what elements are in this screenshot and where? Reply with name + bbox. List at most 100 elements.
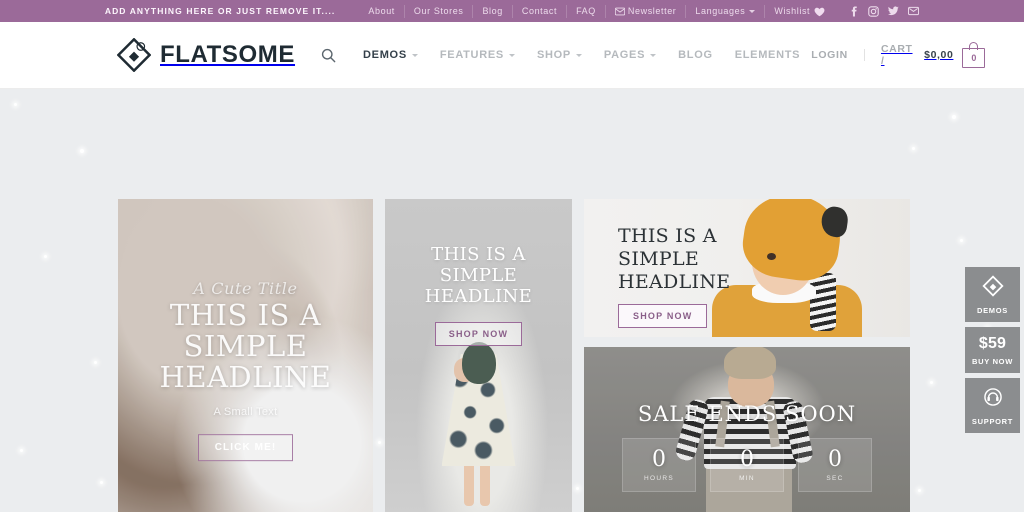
heart-icon (814, 7, 825, 16)
topnav-item-wishlist[interactable]: Wishlist (764, 4, 836, 18)
topnav-item-our-stores[interactable]: Our Stores (403, 4, 473, 18)
hero-left-subtitle: A Small Text (213, 406, 278, 419)
countdown-label: MIN (739, 474, 755, 482)
headset-icon (982, 388, 1004, 412)
side-widget-label: DEMOS (976, 306, 1008, 315)
topnav-item-contact[interactable]: Contact (511, 4, 566, 18)
hero-top-right-shop-now-button[interactable]: SHOP NOW (618, 304, 708, 329)
leg-left (463, 462, 474, 506)
topnav-label: FAQ (576, 6, 596, 16)
topnav-item-newsletter[interactable]: Newsletter (604, 4, 686, 18)
nav-label: SHOP (536, 49, 571, 61)
headline-line-2: SIMPLE (183, 328, 308, 363)
promo-text: ADD ANYTHING HERE OR JUST REMOVE IT.... (104, 6, 336, 16)
side-widget-buy-now[interactable]: $59 BUY NOW (965, 327, 1020, 373)
login-link[interactable]: LOGIN (811, 49, 865, 61)
main-nav: DEMOS FEATURES SHOP PAGES BLOG ELEMENTS (321, 48, 811, 63)
hero-left-headline: THIS IS A SIMPLE HEADLINE (118, 297, 373, 395)
chevron-down-icon (411, 53, 418, 57)
side-widget-label: BUY NOW (971, 357, 1013, 366)
top-announcement-bar: ADD ANYTHING HERE OR JUST REMOVE IT.... … (0, 0, 1024, 22)
topnav-item-about[interactable]: About (359, 5, 404, 18)
hero-top-right-content: THIS IS A SIMPLE HEADLINE SHOP NOW (618, 225, 730, 329)
headline-line-3: HEADLINE (618, 270, 731, 293)
nav-item-demos[interactable]: DEMOS (352, 49, 429, 61)
side-widget-demos[interactable]: DEMOS (965, 267, 1020, 322)
countdown-content: SALE ENDS SOON 0 HOURS 0 MIN 0 SEC (584, 402, 910, 492)
nav-item-features[interactable]: FEATURES (429, 49, 526, 61)
cart-label: CART / (880, 43, 913, 67)
countdown-label: HOURS (644, 474, 674, 482)
headline-line-1: THIS IS A (618, 225, 717, 247)
nav-item-blog[interactable]: BLOG (667, 49, 724, 61)
topnav-item-faq[interactable]: FAQ (566, 4, 605, 18)
cart-count-badge: 0 (962, 48, 986, 68)
hero-left-script-title: A Cute Title (193, 278, 298, 298)
chevron-down-icon (749, 9, 756, 13)
headline-line-2: SIMPLE (618, 247, 700, 270)
side-widget-support[interactable]: SUPPORT (965, 378, 1020, 433)
baby-eye (767, 253, 776, 260)
diamond-logo-icon (981, 275, 1004, 301)
topnav-label: Wishlist (774, 6, 811, 16)
headline-line-3: HEADLINE (424, 286, 533, 308)
site-header: FLATSOME DEMOS FEATURES SHOP PAGES BLOG … (0, 22, 1024, 89)
topnav-item-blog[interactable]: Blog (472, 4, 511, 18)
shopping-bag-icon: 0 (962, 42, 986, 68)
hero-top-right-headline: THIS IS A SIMPLE HEADLINE (618, 225, 730, 293)
hero-left-content: A Cute Title THIS IS A SIMPLE HEADLINE A… (118, 279, 373, 462)
topnav-label: Newsletter (627, 6, 677, 16)
countdown-value: 0 (652, 446, 666, 472)
header-actions: LOGIN CART / $0,00 0 (811, 42, 986, 68)
headline-line-2: SIMPLE (439, 265, 518, 287)
search-icon[interactable] (321, 48, 336, 63)
countdown-value: 0 (740, 446, 754, 472)
headline-line-1: THIS IS A (169, 297, 322, 332)
countdown-timer: 0 HOURS 0 MIN 0 SEC (584, 438, 910, 492)
hero-banner-top-right[interactable]: THIS IS A SIMPLE HEADLINE SHOP NOW (584, 199, 910, 337)
nav-label: FEATURES (439, 49, 504, 61)
floating-side-widgets: DEMOS $59 BUY NOW SUPPORT (965, 267, 1020, 433)
countdown-unit-hours: 0 HOURS (622, 438, 696, 492)
chevron-down-icon (650, 53, 657, 57)
headline-line-3: HEADLINE (159, 360, 332, 395)
hero-banner-left[interactable]: A Cute Title THIS IS A SIMPLE HEADLINE A… (118, 199, 373, 512)
topnav-label: Our Stores (413, 6, 464, 16)
countdown-value: 0 (828, 446, 842, 472)
green-hood (461, 342, 496, 384)
instagram-icon[interactable] (868, 5, 879, 17)
chevron-down-icon (508, 53, 515, 57)
striped-scarf (810, 273, 836, 331)
hero-banner-countdown[interactable]: SALE ENDS SOON 0 HOURS 0 MIN 0 SEC (584, 347, 910, 512)
hero-banner-middle[interactable]: THIS IS A SIMPLE HEADLINE SHOP NOW (385, 199, 572, 512)
envelope-icon (614, 7, 626, 16)
diamond-logo-icon (116, 37, 152, 73)
hero-left-cta-button[interactable]: CLICK ME! (197, 434, 294, 462)
nav-label: PAGES (603, 49, 646, 61)
leg-right (479, 462, 490, 506)
top-utility-nav: About Our Stores Blog Contact FAQ Newsle… (359, 4, 920, 18)
countdown-unit-min: 0 MIN (710, 438, 784, 492)
facebook-icon[interactable] (848, 6, 859, 17)
topnav-item-languages[interactable]: Languages (685, 4, 764, 18)
topnav-label: Blog (482, 6, 503, 16)
headline-line-1: THIS IS A (431, 244, 526, 265)
hero-middle-headline: THIS IS A SIMPLE HEADLINE (385, 244, 572, 307)
sale-headline: SALE ENDS SOON (637, 402, 857, 426)
topnav-label: About (368, 6, 395, 16)
nav-label: ELEMENTS (734, 49, 801, 61)
brand-logo-link[interactable]: FLATSOME (116, 37, 295, 73)
nav-item-elements[interactable]: ELEMENTS (724, 49, 812, 61)
nav-label: BLOG (678, 49, 713, 61)
hero-middle-shop-now-button[interactable]: SHOP NOW (434, 322, 523, 347)
nav-item-shop[interactable]: SHOP (526, 49, 593, 61)
side-widget-price: $59 (978, 335, 1007, 352)
cart-link[interactable]: CART / $0,00 0 (865, 42, 986, 68)
topnav-label: Contact (521, 6, 558, 16)
hero-middle-content: THIS IS A SIMPLE HEADLINE SHOP NOW (385, 244, 572, 347)
homepage-hero-stage: A Cute Title THIS IS A SIMPLE HEADLINE A… (0, 89, 1024, 512)
nav-item-pages[interactable]: PAGES (593, 49, 667, 61)
twitter-icon[interactable] (888, 5, 899, 17)
nav-label: DEMOS (363, 49, 407, 61)
email-icon[interactable] (908, 6, 920, 17)
